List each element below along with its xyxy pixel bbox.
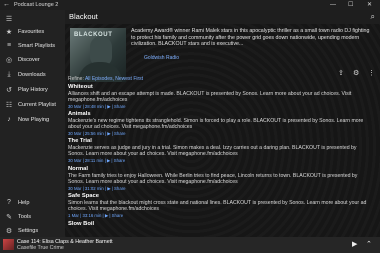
minimize-icon[interactable]: — [330, 1, 336, 9]
sidebar-item-label: Now Playing [18, 116, 50, 123]
episode-title: Safe Space [68, 193, 99, 199]
episode-description: Mackenzie serves as judge and jury in a … [68, 145, 357, 158]
more-options-icon[interactable]: ⋮ [368, 69, 375, 77]
refine-bar: Refine: All Episodes, Newest First [68, 76, 143, 82]
episode-description: The Farm family tries to enjoy Halloween… [68, 173, 358, 186]
page-title: Blackout [69, 12, 98, 21]
episode-meta[interactable]: 1 Mar | 33:16 min | ▶ | Share [68, 213, 374, 219]
settings-icon[interactable]: ⚙ [353, 69, 359, 77]
search-icon[interactable]: ⌕ [371, 12, 375, 22]
now-playing-thumbnail[interactable] [3, 239, 14, 250]
sidebar-item-label: Discover [18, 56, 40, 63]
sidebar-item-downloads[interactable]: ⤓ Downloads [0, 68, 65, 81]
sidebar-item-play-history[interactable]: ↺ Play History [0, 83, 65, 96]
star-icon: ★ [5, 28, 13, 36]
episode-meta[interactable]: 30 Mar | 25:56 min | ▶ | Share [68, 131, 374, 137]
episode-title: Slow Boil [68, 221, 95, 227]
sidebar: ☰ ★ Favourites ≡ Smart Playlists ◎ Disco… [0, 10, 65, 237]
close-icon[interactable]: ✕ [367, 1, 372, 9]
play-icon[interactable]: ▶ [352, 240, 357, 248]
sidebar-item-tools[interactable]: ✎ Tools [0, 210, 65, 223]
podcast-website-link[interactable]: Goldwish Radio [144, 55, 179, 61]
sidebar-item-label: Play History [18, 86, 48, 93]
sidebar-item-smart-playlists[interactable]: ≡ Smart Playlists [0, 39, 65, 52]
episode-title: The Trial [68, 138, 92, 144]
episode-meta[interactable]: 30 Mar | 28:48 min | ▶ | Share [68, 104, 374, 110]
hamburger-icon: ☰ [5, 15, 13, 23]
sidebar-item-label: Settings [18, 227, 39, 234]
page-header: Blackout ⌕ [65, 10, 380, 24]
episode-description: Mackenzie's new regime tightens its stra… [68, 118, 364, 131]
episode-item[interactable]: Whiteout Alliances shift and an escape a… [68, 84, 374, 110]
podcast-cover-image: BLACKOUT [70, 28, 126, 82]
history-icon: ↺ [6, 86, 12, 94]
episode-description: Alliances shift and an escape attempt is… [68, 91, 352, 104]
title-bar: ← Podcast Lounge 2 — ☐ ✕ [0, 0, 380, 10]
cover-title: BLACKOUT [74, 32, 113, 38]
episode-item[interactable]: The Trial Mackenzie serves as judge and … [68, 138, 374, 164]
episode-item[interactable]: Slow Boil [68, 221, 374, 228]
episode-item[interactable]: Normal The Farm family tries to enjoy Ha… [68, 166, 374, 192]
episode-title: Animals [68, 111, 91, 117]
app-title: Podcast Lounge 2 [14, 2, 59, 8]
maximize-icon[interactable]: ☐ [348, 1, 353, 9]
episode-item[interactable]: Safe Space Simon learns that the blackou… [68, 193, 374, 219]
sidebar-item-label: Favourites [18, 28, 45, 35]
episode-meta[interactable]: 30 Mar | 31:02 min | ▶ | Share [68, 186, 374, 192]
speaker-icon: ♪ [7, 116, 11, 123]
sidebar-item-discover[interactable]: ◎ Discover [0, 53, 65, 66]
sidebar-item-label: Current Playlist [18, 101, 56, 108]
help-icon: ? [7, 199, 11, 206]
podcast-description: Academy Award® winner Rami Malek stars i… [131, 28, 370, 48]
sidebar-item-current-playlist[interactable]: ☷ Current Playlist [0, 98, 65, 111]
refine-filter-link[interactable]: All Episodes, Newest First [85, 76, 143, 82]
share-icon[interactable]: ⇪ [338, 69, 344, 77]
episode-title: Whiteout [68, 84, 93, 90]
list-icon: ☷ [5, 101, 13, 109]
download-icon: ⤓ [7, 70, 11, 78]
sidebar-item-help[interactable]: ? Help [0, 196, 65, 209]
tools-icon: ✎ [6, 213, 12, 221]
episode-item[interactable]: Animals Mackenzie's new regime tightens … [68, 111, 374, 137]
main-content: Blackout ⌕ BLACKOUT Academy Award® winne… [65, 10, 380, 237]
hamburger-menu[interactable]: ☰ [0, 12, 65, 25]
sidebar-item-favourites[interactable]: ★ Favourites [0, 25, 65, 38]
playlist-icon: ≡ [6, 42, 12, 49]
episode-title: Normal [68, 166, 88, 172]
sidebar-item-settings[interactable]: ⚙ Settings [0, 224, 65, 237]
gear-icon: ⚙ [5, 227, 13, 235]
episode-description: Simon learns that the blackout might cro… [68, 200, 367, 213]
globe-icon: ◎ [5, 56, 13, 64]
sidebar-item-label: Smart Playlists [18, 42, 55, 49]
expand-icon[interactable]: ⌃ [366, 240, 372, 248]
now-playing-podcast: Casefile True Crime [17, 245, 64, 251]
sidebar-item-now-playing[interactable]: ♪ Now Playing [0, 113, 65, 126]
sidebar-item-label: Downloads [18, 71, 46, 78]
refine-label: Refine: [68, 76, 84, 82]
sidebar-item-label: Help [18, 199, 30, 206]
sidebar-item-label: Tools [18, 213, 32, 220]
back-arrow-icon[interactable]: ← [3, 1, 10, 9]
player-bar: Case 114: Elisa Claps & Heather Barnett … [0, 237, 380, 253]
episode-meta[interactable]: 30 Mar | 28:11 min | ▶ | Share [68, 158, 374, 164]
